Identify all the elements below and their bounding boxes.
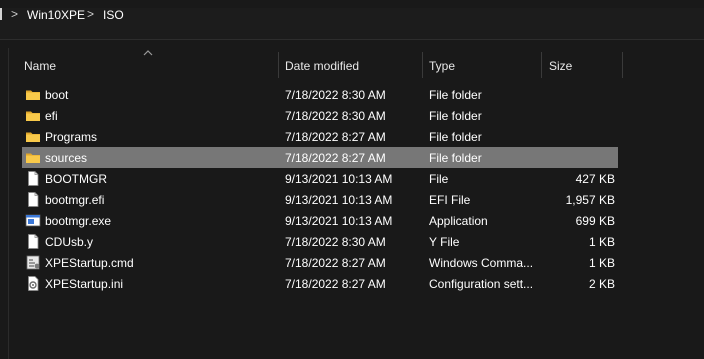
file-row[interactable]: efi 7/18/2022 8:30 AM File folder xyxy=(22,105,618,126)
file-icon xyxy=(25,192,41,207)
file-size: 699 KB xyxy=(575,214,615,228)
file-date-modified: 7/18/2022 8:27 AM xyxy=(285,130,386,144)
breadcrumb-item-win10xpe[interactable]: Win10XPE xyxy=(27,8,85,22)
file-row[interactable]: BOOTMGR 9/13/2021 10:13 AM File 427 KB xyxy=(22,168,618,189)
file-size: 1,957 KB xyxy=(565,193,615,207)
column-header-name-label: Name xyxy=(24,59,57,73)
file-size: 1 KB xyxy=(588,256,615,270)
breadcrumb-separator[interactable]: > xyxy=(87,7,94,21)
column-header-size-label: Size xyxy=(549,59,573,73)
file-row[interactable]: Programs 7/18/2022 8:27 AM File folder xyxy=(22,126,618,147)
file-row[interactable]: boot 7/18/2022 8:30 AM File folder xyxy=(22,84,618,105)
file-type: File folder xyxy=(429,109,482,123)
file-date-modified: 7/18/2022 8:30 AM xyxy=(285,235,386,249)
file-type: File xyxy=(429,172,449,186)
file-name: CDUsb.y xyxy=(45,235,94,249)
file-date-modified: 9/13/2021 10:13 AM xyxy=(285,214,393,228)
file-name: bootmgr.exe xyxy=(45,214,112,228)
file-size: 427 KB xyxy=(575,172,615,186)
file-type: File folder xyxy=(429,130,482,144)
script-icon xyxy=(25,255,41,270)
file-name: sources xyxy=(45,151,88,165)
file-name: bootmgr.efi xyxy=(45,193,105,207)
file-name: BOOTMGR xyxy=(45,172,107,186)
application-icon xyxy=(25,213,41,228)
file-icon xyxy=(25,171,41,186)
column-resize-handle[interactable] xyxy=(622,52,623,78)
file-date-modified: 7/18/2022 8:27 AM xyxy=(285,277,386,291)
folder-icon xyxy=(25,129,41,144)
file-icon xyxy=(25,234,41,249)
column-header-date[interactable]: Date modified xyxy=(279,48,422,84)
file-name: boot xyxy=(45,88,69,102)
file-type: File folder xyxy=(429,88,482,102)
file-name: efi xyxy=(45,109,58,123)
column-header-date-label: Date modified xyxy=(285,59,360,73)
file-type: Configuration sett... xyxy=(429,277,534,291)
file-row[interactable]: bootmgr.exe 9/13/2021 10:13 AM Application… xyxy=(22,210,618,231)
file-date-modified: 9/13/2021 10:13 AM xyxy=(285,172,393,186)
file-row[interactable]: bootmgr.efi 9/13/2021 10:13 AM EFI File 1,9… xyxy=(22,189,618,210)
file-name: Programs xyxy=(45,130,98,144)
breadcrumb-separator[interactable]: > xyxy=(11,7,18,21)
file-row[interactable]: XPEStartup.ini 7/18/2022 8:27 AM Configura… xyxy=(22,273,618,294)
column-header-size[interactable]: Size xyxy=(542,48,622,84)
file-type: EFI File xyxy=(429,193,471,207)
breadcrumb-item-iso[interactable]: ISO xyxy=(103,8,124,22)
file-type: Application xyxy=(429,214,488,228)
file-type: Windows Comma... xyxy=(429,256,534,270)
file-date-modified: 9/13/2021 10:13 AM xyxy=(285,193,393,207)
file-size: 1 KB xyxy=(588,235,615,249)
file-date-modified: 7/18/2022 8:27 AM xyxy=(285,151,386,165)
file-name: XPEStartup.cmd xyxy=(45,256,134,270)
file-name: XPEStartup.ini xyxy=(45,277,124,291)
file-size: 2 KB xyxy=(588,277,615,291)
file-type: File folder xyxy=(429,151,482,165)
file-date-modified: 7/18/2022 8:30 AM xyxy=(285,88,386,102)
folder-icon xyxy=(25,87,41,102)
folder-icon xyxy=(25,150,41,165)
settings-file-icon xyxy=(25,276,41,291)
file-row[interactable]: XPEStartup.cmd 7/18/2022 8:27 AM Windows C… xyxy=(22,252,618,273)
file-row[interactable]: sources 7/18/2022 8:27 AM File folder xyxy=(22,147,618,168)
column-header-name[interactable]: Name xyxy=(16,48,278,84)
file-date-modified: 7/18/2022 8:30 AM xyxy=(285,109,386,123)
folder-icon xyxy=(25,108,41,123)
file-date-modified: 7/18/2022 8:27 AM xyxy=(285,256,386,270)
breadcrumb-overflow-edge[interactable] xyxy=(0,8,5,20)
column-header-type[interactable]: Type xyxy=(423,48,541,84)
column-header-type-label: Type xyxy=(429,59,456,73)
navigation-pane-divider[interactable] xyxy=(8,48,9,359)
file-row[interactable]: CDUsb.y 7/18/2022 8:30 AM Y File 1 KB xyxy=(22,231,618,252)
file-type: Y File xyxy=(429,235,460,249)
